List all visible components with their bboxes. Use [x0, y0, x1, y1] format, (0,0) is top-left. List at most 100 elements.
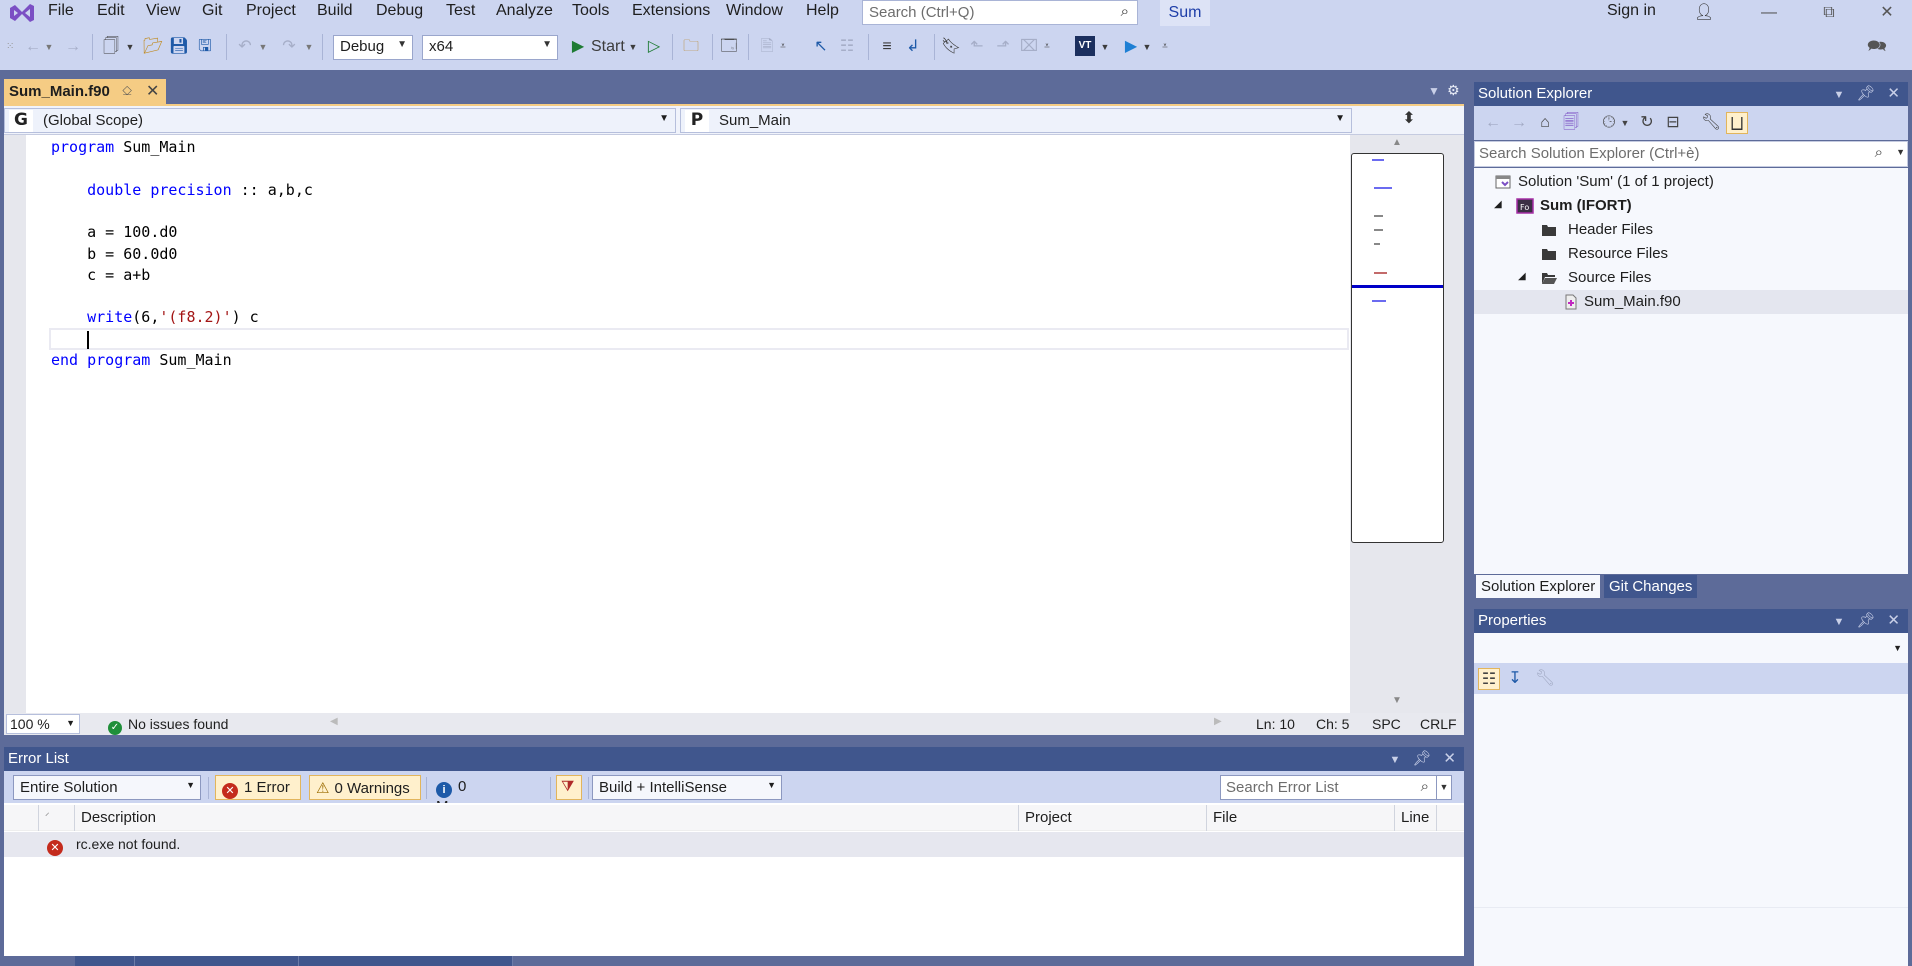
redo-icon[interactable]: ↷ [278, 36, 300, 58]
toolbar-overflow-icon[interactable]: ⩡ [1042, 36, 1052, 58]
error-row[interactable]: ✕ rc.exe not found. [4, 832, 1464, 857]
visual-studio-logo-icon[interactable] [8, 2, 36, 24]
column-chooser-icon[interactable]: ⸍ [38, 805, 74, 831]
analysis-dropdown-icon[interactable]: ▼ [1142, 36, 1152, 58]
menu-git[interactable]: Git [202, 2, 222, 20]
errors-filter-toggle[interactable]: ✕ 1 Error [215, 775, 301, 800]
char-number[interactable]: Ch: 5 [1316, 716, 1349, 732]
vtune-icon[interactable]: VT [1075, 36, 1095, 56]
menu-window[interactable]: Window [726, 2, 783, 20]
undo-dropdown-icon[interactable]: ▼ [258, 36, 268, 58]
categorized-icon[interactable]: ☷ [1478, 668, 1500, 690]
back-dropdown-icon[interactable]: ▼ [44, 36, 54, 58]
forward-icon[interactable]: → [1508, 112, 1530, 134]
diagnostic-report-icon[interactable]: 🗎︎ [756, 36, 778, 58]
menu-project[interactable]: Project [246, 2, 296, 20]
account-add-icon[interactable]: 👤︎ [1694, 2, 1714, 22]
solution-explorer-search-input[interactable]: Search Solution Explorer (Ctrl+è) ⌕ ▼ [1474, 141, 1908, 167]
tab-solution-explorer[interactable]: Solution Explorer [1476, 575, 1601, 598]
search-options-dropdown-icon[interactable]: ▼ [1896, 147, 1905, 157]
refresh-icon[interactable]: ↻ [1636, 112, 1658, 134]
tab-sum-main-f90[interactable]: Sum_Main.f90 ⎐ ✕ [4, 79, 166, 105]
close-window-button[interactable]: ✕ [1864, 0, 1910, 26]
scope-dropdown[interactable]: G (Global Scope) ▼ [4, 108, 676, 133]
column-header-line[interactable]: Line [1394, 805, 1436, 831]
platform-dropdown[interactable]: x64 ▼ [422, 35, 558, 60]
bottom-tab[interactable] [135, 956, 299, 966]
close-pane-icon[interactable]: ✕ [1887, 85, 1900, 102]
expanded-arrow-icon[interactable]: ◢ [1518, 271, 1526, 282]
start-dropdown-icon[interactable]: ▼ [628, 36, 638, 58]
menu-tools[interactable]: Tools [572, 2, 609, 20]
properties-object-dropdown[interactable]: ▼ [1474, 633, 1908, 663]
save-icon[interactable]: 💾︎ [168, 36, 190, 58]
property-pages-wrench-icon[interactable]: 🔧︎ [1534, 668, 1556, 690]
start-without-debugging-icon[interactable]: ▷ [643, 36, 665, 58]
scroll-left-arrow-icon[interactable]: ◀ [330, 716, 338, 727]
uncomment-lines-icon[interactable]: ↲ [902, 36, 924, 58]
collapse-all-icon[interactable]: ⊟ [1662, 112, 1684, 134]
warnings-filter-toggle[interactable]: ⚠︎ 0 Warnings [309, 775, 421, 800]
window-position-dropdown-icon[interactable]: ▼ [1833, 89, 1844, 101]
pin-icon[interactable]: 📌︎ [1856, 612, 1875, 629]
split-window-icon[interactable]: ⬍ [1354, 108, 1464, 133]
bottom-tab[interactable] [75, 956, 135, 966]
toolbar-grip-icon[interactable]: ⁙ [6, 36, 14, 58]
code-line[interactable] [51, 329, 87, 350]
switch-views-icon[interactable]: 🗐︎ [1560, 112, 1582, 134]
gear-icon[interactable]: ⚙ [1447, 82, 1460, 99]
code-line[interactable]: double precision :: a,b,c [51, 180, 313, 201]
close-pane-icon[interactable]: ✕ [1443, 750, 1456, 767]
code-line[interactable]: c = a+b [51, 265, 150, 286]
code-line[interactable]: program Sum_Main [51, 137, 196, 158]
menu-file[interactable]: File [48, 2, 74, 20]
restore-button[interactable]: ⧉ [1806, 0, 1852, 26]
menu-test[interactable]: Test [446, 2, 475, 20]
start-button[interactable]: Start [591, 36, 631, 58]
code-line[interactable]: b = 60.0d0 [51, 244, 177, 265]
tree-item[interactable]: Resource Files [1474, 242, 1908, 266]
zoom-level-dropdown[interactable]: 100 % ▼ [6, 714, 80, 734]
open-file-icon[interactable]: 📂︎ [142, 36, 164, 58]
expanded-arrow-icon[interactable]: ◢ [1494, 199, 1502, 210]
sign-in-link[interactable]: Sign in [1607, 2, 1656, 20]
redo-dropdown-icon[interactable]: ▼ [304, 36, 314, 58]
window-position-dropdown-icon[interactable]: ▼ [1389, 754, 1400, 766]
filter-dropdown-icon[interactable]: ▼ [1620, 112, 1630, 134]
menu-view[interactable]: View [146, 2, 180, 20]
close-tab-icon[interactable]: ✕ [146, 81, 159, 101]
toolbar-overflow-icon[interactable]: ⩡ [778, 36, 788, 58]
messages-filter-toggle[interactable]: i0 Messages [430, 775, 540, 815]
alphabetical-sort-icon[interactable]: ↧ [1504, 668, 1526, 690]
pending-changes-filter-icon[interactable]: 🕒︎ [1598, 112, 1620, 134]
browser-link-icon[interactable]: 🗔︎ [718, 36, 740, 58]
toggle-element-icon[interactable]: ☷ [836, 36, 858, 58]
code-line[interactable]: end program Sum_Main [51, 350, 232, 371]
tab-git-changes[interactable]: Git Changes [1604, 575, 1698, 598]
tree-item[interactable]: ◢ Source Files [1474, 266, 1908, 290]
preview-selected-items-icon[interactable]: ⨆ [1726, 112, 1748, 134]
vtune-dropdown-icon[interactable]: ▼ [1100, 36, 1110, 58]
clear-bookmarks-icon[interactable]: ⌧ [1018, 36, 1040, 58]
minimize-button[interactable]: — [1746, 0, 1792, 26]
code-editor[interactable]: program Sum_Main double precision :: a,b… [4, 135, 1350, 713]
global-search-input[interactable]: Search (Ctrl+Q) ⌕ [862, 0, 1138, 25]
properties-wrench-icon[interactable]: 🔧︎ [1700, 112, 1722, 134]
next-bookmark-icon[interactable]: ⬏ [992, 36, 1014, 58]
tree-item[interactable]: Solution 'Sum' (1 of 1 project) [1474, 170, 1908, 194]
column-header-project[interactable]: Project [1018, 805, 1206, 831]
undo-icon[interactable]: ↶ [234, 36, 256, 58]
configuration-dropdown[interactable]: Debug ▼ [333, 35, 413, 60]
issues-indicator[interactable]: ✓ No issues found [108, 716, 228, 735]
column-header-file[interactable]: File [1206, 805, 1394, 831]
code-line[interactable]: a = 100.d0 [51, 222, 177, 243]
window-position-dropdown-icon[interactable]: ▼ [1833, 616, 1844, 628]
tab-list-dropdown-icon[interactable]: ▼ [1428, 84, 1440, 98]
column-header-description[interactable]: Description [74, 805, 1018, 831]
bottom-tab[interactable] [299, 956, 513, 966]
menu-extensions[interactable]: Extensions [632, 2, 710, 20]
scroll-up-arrow-icon[interactable]: ▲ [1392, 137, 1402, 148]
select-element-icon[interactable]: ↖ [810, 36, 832, 58]
navigate-back-icon[interactable]: ← [22, 36, 44, 58]
back-icon[interactable]: ← [1482, 112, 1504, 134]
